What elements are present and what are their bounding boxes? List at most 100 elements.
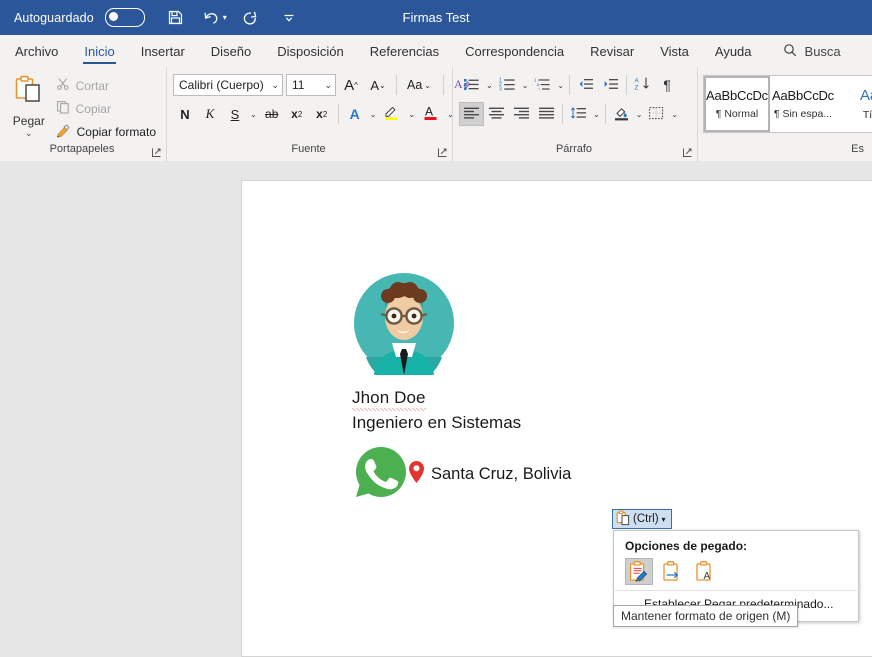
shading-icon bbox=[613, 105, 630, 124]
save-icon[interactable] bbox=[164, 6, 188, 30]
italic-button[interactable]: K bbox=[198, 102, 222, 126]
ribbon-group-font: Calibri (Cuerpo) ⌄ 11 ⌄ A ^ A ⌄ Aa ⌄ A N… bbox=[167, 67, 471, 161]
align-center-button[interactable] bbox=[484, 102, 509, 126]
search-box[interactable]: Busca bbox=[783, 35, 841, 67]
signature-contact-row: Santa Cruz, Bolivia bbox=[352, 443, 571, 506]
sort-button[interactable]: A Z bbox=[630, 73, 655, 97]
strikethrough-button[interactable]: ab bbox=[260, 102, 284, 126]
style-normal[interactable]: AaBbCcDc ¶ Normal bbox=[704, 76, 770, 132]
font-name-combo[interactable]: Calibri (Cuerpo) ⌄ bbox=[173, 74, 283, 96]
change-case-label: Aa bbox=[407, 78, 423, 92]
tab-revisar[interactable]: Revisar bbox=[577, 35, 647, 67]
undo-button[interactable]: ▾ bbox=[199, 6, 227, 30]
highlight-chevron-down-icon[interactable]: ⌄ bbox=[406, 110, 417, 119]
cut-button[interactable]: Cortar bbox=[52, 75, 160, 96]
paste-button[interactable]: Pegar ⌄ bbox=[6, 72, 52, 138]
tab-insertar[interactable]: Insertar bbox=[128, 35, 198, 67]
font-dialog-launcher-icon[interactable] bbox=[437, 147, 448, 158]
pilcrow-icon: ¶ bbox=[663, 77, 671, 93]
tab-disposicion[interactable]: Disposición bbox=[264, 35, 356, 67]
underline-button[interactable]: S bbox=[223, 102, 247, 126]
chevron-down-icon[interactable]: ▾ bbox=[662, 515, 666, 524]
paragraph-dialog-launcher-icon[interactable] bbox=[682, 147, 693, 158]
format-painter-label: Copiar formato bbox=[76, 124, 156, 139]
tab-archivo[interactable]: Archivo bbox=[0, 35, 71, 67]
shading-chevron-down-icon[interactable]: ⌄ bbox=[634, 110, 645, 119]
paste-dropdown-caret-icon[interactable]: ⌄ bbox=[25, 129, 33, 138]
whatsapp-icon[interactable] bbox=[352, 443, 410, 506]
ribbon-group-clipboard: Pegar ⌄ Cortar Copiar Copiar formato Por… bbox=[0, 67, 167, 161]
avatar[interactable] bbox=[352, 271, 571, 385]
justify-button[interactable] bbox=[534, 102, 559, 126]
bullet-chevron-down-icon[interactable]: ⌄ bbox=[484, 81, 495, 90]
grow-font-button[interactable]: A ^ bbox=[339, 73, 363, 97]
superscript-button[interactable]: x2 bbox=[310, 102, 334, 126]
paragraph-row-bottom: ⌄ ⌄ ⌄ bbox=[459, 102, 680, 126]
decrease-indent-button[interactable] bbox=[573, 73, 598, 97]
shrink-font-button[interactable]: A ⌄ bbox=[366, 73, 390, 97]
numbered-chevron-down-icon[interactable]: ⌄ bbox=[520, 81, 531, 90]
chevron-down-icon[interactable]: ⌄ bbox=[268, 80, 279, 91]
divider bbox=[569, 75, 571, 95]
change-case-button[interactable]: Aa ⌄ bbox=[403, 73, 437, 97]
line-spacing-chevron-down-icon[interactable]: ⌄ bbox=[591, 110, 602, 119]
style-titulo[interactable]: Aa Tít bbox=[836, 76, 872, 132]
borders-chevron-down-icon[interactable]: ⌄ bbox=[669, 110, 680, 119]
align-right-button[interactable] bbox=[509, 102, 534, 126]
font-name-value: Calibri (Cuerpo) bbox=[179, 78, 264, 92]
tab-ayuda[interactable]: Ayuda bbox=[702, 35, 765, 67]
multilevel-list-icon: 1 a i bbox=[534, 77, 551, 94]
quick-access-toolbar: Autoguardado ▾ bbox=[0, 6, 301, 30]
bullet-list-icon bbox=[463, 77, 480, 94]
font-group-label: Fuente bbox=[167, 142, 452, 161]
undo-icon[interactable] bbox=[199, 6, 223, 30]
underline-label: S bbox=[230, 106, 240, 122]
chevron-down-icon[interactable]: ⌄ bbox=[321, 80, 332, 91]
keep-text-only-icon[interactable]: A bbox=[691, 558, 719, 585]
merge-formatting-icon[interactable] bbox=[658, 558, 686, 585]
underline-chevron-down-icon[interactable]: ⌄ bbox=[248, 110, 259, 119]
tab-inicio[interactable]: Inicio bbox=[71, 35, 127, 67]
ribbon: Pegar ⌄ Cortar Copiar Copiar formato Por… bbox=[0, 67, 872, 162]
line-spacing-button[interactable] bbox=[566, 102, 591, 126]
font-color-button[interactable]: A bbox=[418, 102, 444, 126]
style-sin-espaciado[interactable]: AaBbCcDc ¶ Sin espa... bbox=[770, 76, 836, 132]
customize-quick-access-icon[interactable] bbox=[277, 6, 301, 30]
tab-diseno[interactable]: Diseño bbox=[198, 35, 264, 67]
increase-indent-button[interactable] bbox=[598, 73, 623, 97]
tab-vista[interactable]: Vista bbox=[647, 35, 702, 67]
tab-referencias[interactable]: Referencias bbox=[357, 35, 452, 67]
justify-icon bbox=[538, 106, 555, 123]
shading-button[interactable] bbox=[609, 102, 634, 126]
undo-caret-icon[interactable]: ▾ bbox=[223, 13, 227, 22]
copy-button[interactable]: Copiar bbox=[52, 98, 160, 119]
font-row-bottom: N K S ⌄ ab x2 x2 A ⌄ ⌄ A ⌄ bbox=[173, 102, 456, 126]
tab-correspondencia[interactable]: Correspondencia bbox=[452, 35, 577, 67]
paste-options-label: (Ctrl) bbox=[633, 513, 659, 525]
clipboard-dialog-launcher-icon[interactable] bbox=[151, 147, 162, 158]
borders-button[interactable] bbox=[644, 102, 669, 126]
text-effects-chevron-down-icon[interactable]: ⌄ bbox=[368, 110, 379, 119]
bold-button[interactable]: N bbox=[173, 102, 197, 126]
signature-location-text: Santa Cruz, Bolivia bbox=[431, 465, 572, 483]
show-formatting-marks-button[interactable]: ¶ bbox=[655, 73, 679, 97]
keep-source-formatting-icon[interactable] bbox=[625, 558, 653, 585]
multilevel-list-button[interactable]: 1 a i bbox=[530, 73, 555, 97]
align-left-button[interactable] bbox=[459, 102, 484, 126]
text-highlight-button[interactable] bbox=[379, 102, 405, 126]
tab-label: Ayuda bbox=[714, 43, 752, 59]
paste-options-button[interactable]: (Ctrl) ▾ bbox=[612, 509, 672, 529]
style-sample: AaBbCcDc bbox=[772, 88, 834, 103]
paste-button-label: Pegar bbox=[12, 114, 45, 128]
numbered-list-button[interactable]: 1 2 3 bbox=[495, 73, 520, 97]
chevron-down-icon[interactable]: ⌄ bbox=[422, 81, 433, 90]
font-size-combo[interactable]: 11 ⌄ bbox=[286, 74, 336, 96]
subscript-button[interactable]: x2 bbox=[285, 102, 309, 126]
multilevel-chevron-down-icon[interactable]: ⌄ bbox=[555, 81, 566, 90]
autosave-toggle[interactable] bbox=[104, 8, 145, 27]
redo-icon[interactable] bbox=[238, 6, 262, 30]
format-painter-button[interactable]: Copiar formato bbox=[52, 121, 160, 142]
bullet-list-button[interactable] bbox=[459, 73, 484, 97]
paste-options-header: Opciones de pegado: bbox=[625, 539, 748, 553]
text-effects-button[interactable]: A bbox=[343, 102, 367, 126]
